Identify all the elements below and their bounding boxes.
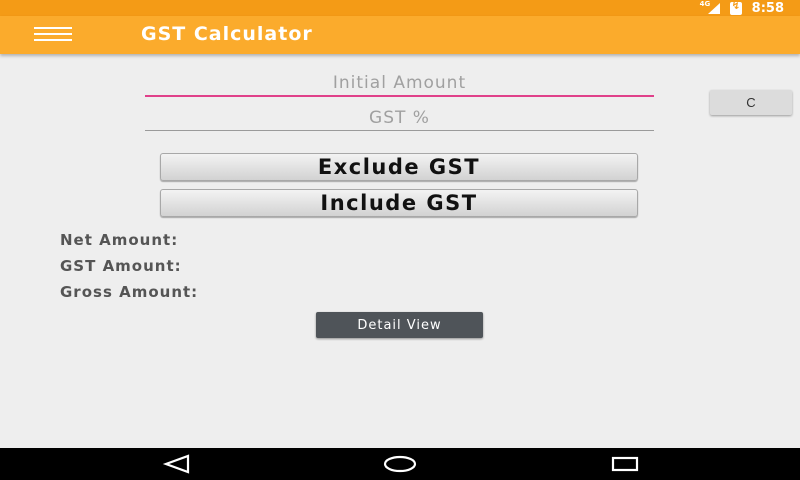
home-icon[interactable] [383,455,417,473]
clock: 8:58 [751,0,784,16]
net-amount-label: Net Amount: [60,231,179,249]
navigation-bar [0,448,800,480]
signal-icon: 4G [700,0,720,14]
net-amount-row: Net Amount: [60,231,186,249]
gross-amount-label: Gross Amount: [60,283,199,301]
initial-amount-input[interactable] [145,71,654,97]
gst-percent-input[interactable] [145,106,654,131]
include-gst-button[interactable]: Include GST [160,189,638,217]
gst-amount-row: GST Amount: [60,257,190,275]
gst-amount-label: GST Amount: [60,257,182,275]
clear-button[interactable]: C [710,90,792,115]
battery-icon [729,1,742,15]
gross-amount-row: Gross Amount: [60,283,206,301]
status-bar: 4G 8:58 [0,0,800,16]
app-title: GST Calculator [141,23,313,45]
back-icon[interactable] [160,454,194,474]
detail-view-button[interactable]: Detail View [316,312,483,338]
app-bar: GST Calculator [0,16,800,54]
exclude-gst-button[interactable]: Exclude GST [160,153,638,181]
status-indicators: 4G 8:58 [700,0,784,16]
hamburger-menu-icon[interactable] [34,27,74,43]
recents-icon[interactable] [610,454,640,474]
